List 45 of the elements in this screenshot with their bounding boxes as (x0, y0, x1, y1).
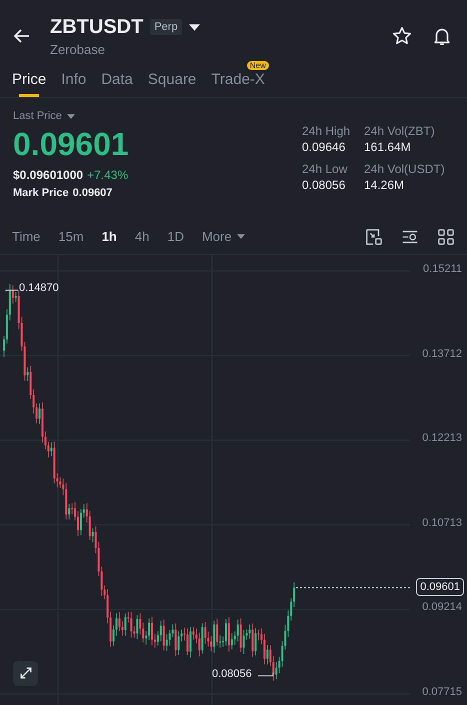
tab[interactable]: Data (101, 71, 133, 98)
interval-tab[interactable]: 15m (58, 229, 84, 244)
last-price-value: 0.09601 (13, 126, 129, 164)
axis-label: 0.15211 (423, 262, 462, 275)
leader-line (6, 290, 18, 292)
stat-label: 24h High (302, 124, 352, 138)
chart-layout-icon[interactable] (365, 228, 383, 246)
stat-label: 24h Low (302, 162, 348, 176)
tab[interactable]: Price (12, 71, 46, 98)
stat-value: 161.64M (364, 140, 412, 154)
dropdown-icon[interactable] (188, 24, 200, 31)
mark-price-label: Mark Price (13, 187, 69, 200)
axis-label: 0.10713 (422, 516, 462, 529)
axis-label: 0.13712 (422, 348, 462, 360)
grid-icon[interactable] (437, 228, 455, 246)
interval-tab[interactable]: 4h (134, 229, 150, 244)
new-badge: New (246, 61, 269, 70)
usd-price: $0.09601000 (13, 168, 84, 182)
stat-label: 24h Vol(ZBT) (364, 124, 436, 138)
leader-line (258, 672, 274, 676)
axis-label: 0.07715 (422, 686, 462, 698)
stat-value: 0.09646 (302, 140, 346, 154)
stat-value: 14.26M (364, 178, 406, 192)
symbol-title: ZBTUSDT (50, 16, 144, 39)
mark-price-value: 0.09607 (72, 187, 112, 200)
perp-badge: Perp (150, 19, 182, 36)
last-price-label[interactable]: Last Price (13, 110, 62, 122)
fullscreen-button[interactable] (13, 660, 38, 686)
interval-tab[interactable]: 1D (167, 229, 184, 244)
tab[interactable]: Trade-X (211, 71, 265, 98)
last-price-tag: 0.09601 (416, 578, 464, 596)
interval-tab[interactable]: Time (12, 229, 40, 244)
tab[interactable]: Info (61, 71, 86, 98)
stat-label: 24h Vol(USDT) (364, 162, 446, 176)
symbol-subtitle: Zerobase (50, 42, 106, 57)
high-price-marker: 0.14870 (19, 282, 59, 294)
price-change: +7.43% (87, 168, 128, 182)
tab[interactable]: Square (148, 71, 196, 98)
interval-tab[interactable]: More (202, 229, 232, 244)
low-price-marker: 0.08056 (212, 668, 252, 680)
stat-value: 0.08056 (302, 178, 346, 192)
axis-label: 0.12213 (422, 432, 462, 444)
interval-tab[interactable]: 1h (102, 229, 117, 244)
expand-icon (18, 665, 34, 682)
axis-label: 0.09214 (422, 601, 462, 614)
